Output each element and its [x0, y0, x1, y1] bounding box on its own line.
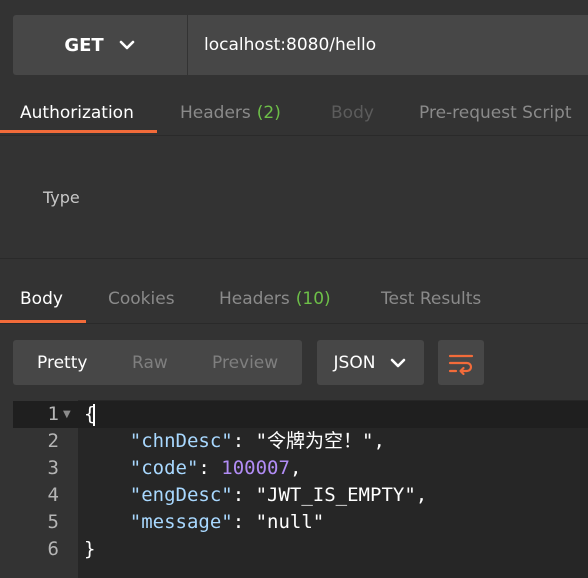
json-number-value: 100007	[221, 457, 290, 479]
code-text: {	[84, 401, 96, 428]
url-input[interactable]: localhost:8080/hello	[188, 15, 588, 75]
tab-label: Body	[331, 103, 374, 123]
code-text: "message": "null"	[129, 511, 325, 533]
section-divider	[0, 258, 588, 259]
view-mode-pretty[interactable]: Pretty	[37, 353, 87, 373]
json-comma: ,	[289, 457, 302, 479]
tab-cookies[interactable]: Cookies	[108, 276, 175, 322]
code-text: "code": 100007,	[129, 457, 302, 479]
tab-label: Pre-request Script	[419, 103, 572, 123]
method-label: GET	[64, 34, 104, 56]
json-key: "chnDesc"	[129, 430, 233, 452]
tab-label: Headers	[219, 289, 290, 309]
tab-label: Body	[20, 289, 63, 309]
tab-label: Test Results	[381, 289, 482, 309]
code-text: "chnDesc": "令牌为空！",	[129, 430, 385, 452]
code-text: "engDesc": "JWT_IS_EMPTY",	[129, 484, 428, 506]
active-tab-indicator	[0, 320, 86, 323]
json-key: "code"	[129, 457, 199, 479]
code-lines: 1 ▼ { 2 "chnDesc": "令牌为空！", 3 "code": 10…	[0, 400, 588, 578]
view-mode-preview[interactable]: Preview	[212, 353, 278, 373]
format-label: JSON	[333, 352, 376, 373]
active-tab-indicator	[0, 130, 157, 133]
line-number: 3	[47, 457, 59, 479]
method-select[interactable]: GET	[13, 15, 187, 75]
url-text: localhost:8080/hello	[204, 35, 377, 55]
tab-count-badge: (2)	[256, 103, 281, 123]
line-number: 1	[47, 403, 59, 425]
tab-label: Authorization	[20, 103, 134, 123]
json-string-value: "令牌为空！"	[255, 430, 374, 452]
json-string-value: "JWT_IS_EMPTY"	[255, 484, 416, 506]
format-select[interactable]: JSON	[317, 340, 424, 385]
tab-label: Cookies	[108, 289, 175, 309]
line-number: 4	[47, 484, 59, 506]
json-comma: ,	[373, 430, 385, 452]
chevron-down-icon	[119, 40, 134, 50]
auth-type-label: Type	[43, 188, 80, 207]
response-tabs: Body Cookies Headers (10) Test Results	[0, 276, 588, 324]
json-string-value: "null"	[255, 511, 325, 533]
view-mode-toggle: Pretty Raw Preview	[13, 340, 302, 385]
text-cursor	[93, 403, 96, 426]
tab-body[interactable]: Body	[331, 90, 374, 136]
json-key: "message"	[129, 511, 233, 533]
view-mode-raw[interactable]: Raw	[132, 353, 168, 373]
fold-caret-icon[interactable]: ▼	[63, 401, 71, 428]
line-number: 6	[47, 538, 59, 560]
tab-response-headers[interactable]: Headers (10)	[219, 276, 331, 322]
tab-response-body[interactable]: Body	[20, 276, 63, 322]
tab-pre-request-script[interactable]: Pre-request Script	[419, 90, 572, 136]
code-text: }	[84, 536, 95, 563]
tab-headers[interactable]: Headers (2)	[180, 90, 281, 136]
wrap-lines-button[interactable]	[438, 340, 484, 385]
code-line	[13, 401, 588, 428]
line-number: 5	[47, 511, 59, 533]
line-number: 2	[47, 430, 59, 452]
json-key: "engDesc"	[129, 484, 233, 506]
tab-label: Headers	[180, 103, 251, 123]
json-brace: }	[84, 538, 96, 560]
chevron-down-icon	[391, 358, 406, 367]
request-tabs: Authorization Headers (2) Body Pre-reque…	[0, 90, 588, 136]
tab-count-badge: (10)	[295, 289, 331, 309]
json-comma: ,	[415, 484, 428, 506]
tab-test-results[interactable]: Test Results	[381, 276, 481, 322]
wrap-lines-icon	[448, 354, 474, 375]
